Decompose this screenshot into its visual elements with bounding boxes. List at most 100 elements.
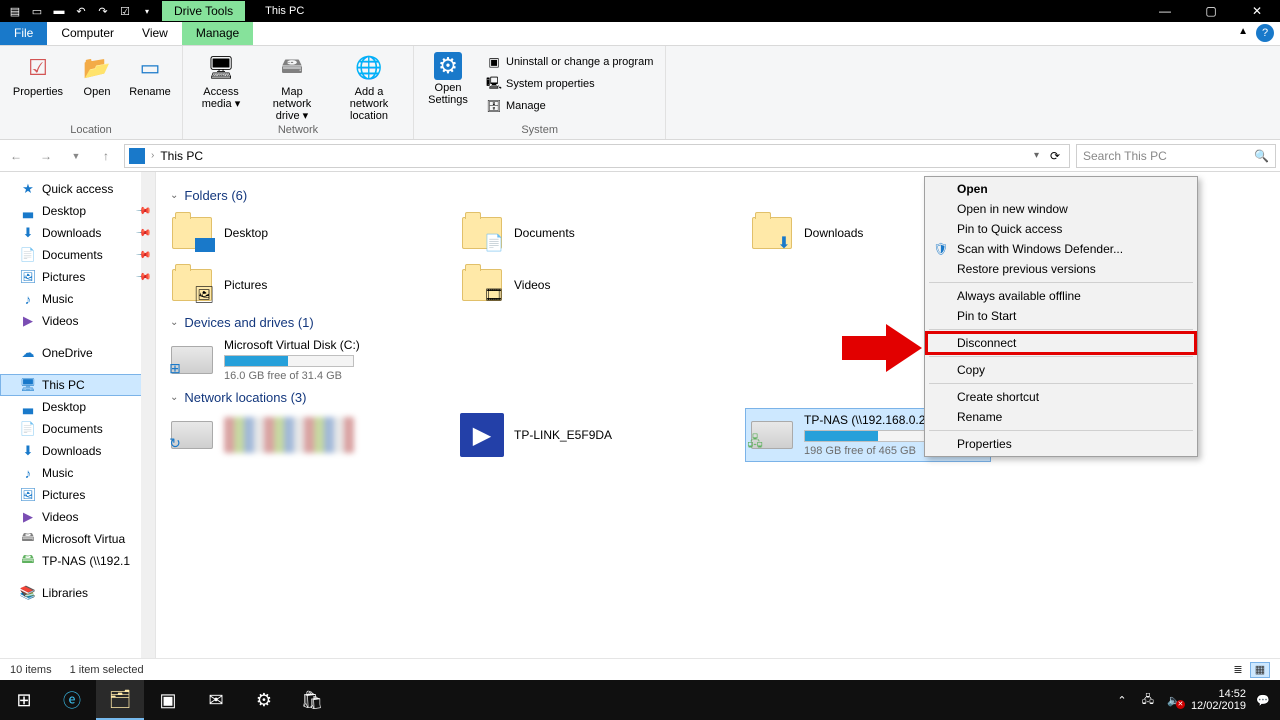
qat-icon[interactable]: ▭ [28, 3, 46, 19]
view-tiles-button[interactable]: ▦ [1250, 662, 1270, 678]
sidebar-onedrive[interactable]: ☁OneDrive [0, 342, 155, 364]
sidebar-quick-access[interactable]: ★Quick access [0, 178, 155, 200]
uninstall-button[interactable]: ▣Uninstall or change a program [482, 52, 657, 72]
sidebar-item-music[interactable]: ♪Music [0, 288, 155, 310]
menu-open-new-window[interactable]: Open in new window [927, 199, 1195, 219]
tab-view[interactable]: View [128, 22, 182, 45]
menu-properties[interactable]: Properties [927, 434, 1195, 454]
tray-network-icon[interactable]: 🖧 [1139, 691, 1157, 710]
menu-pin-quick-access[interactable]: Pin to Quick access [927, 219, 1195, 239]
music-icon: ♪ [20, 291, 36, 307]
sidebar-item-desktop[interactable]: ▃Desktop [0, 396, 155, 418]
rename-button[interactable]: ▭ Rename [126, 50, 174, 100]
network-item-blurred[interactable]: ↻ [170, 413, 420, 457]
menu-copy[interactable]: Copy [927, 360, 1195, 380]
taskbar-terminal[interactable]: ▣ [144, 680, 192, 720]
taskbar-explorer[interactable]: 🗂 [96, 680, 144, 720]
start-button[interactable]: ⊞ [0, 680, 48, 720]
separator [929, 329, 1193, 330]
properties-button[interactable]: ☑ Properties [8, 50, 68, 100]
qat-redo-icon[interactable]: ↷ [94, 3, 112, 19]
network-item-media[interactable]: ▶ TP-LINK_E5F9DA [460, 413, 710, 457]
refresh-button[interactable]: ⟳ [1045, 149, 1065, 163]
sidebar-this-pc[interactable]: 🖥This PC [0, 374, 155, 396]
video-icon: ▶ [20, 509, 36, 525]
open-button[interactable]: 📂 Open [76, 50, 118, 100]
status-bar: 10 items 1 item selected ≣ ▦ [0, 658, 1280, 680]
chevron-down-icon[interactable]: ▾ [1034, 150, 1039, 161]
view-details-button[interactable]: ≣ [1228, 662, 1248, 678]
taskbar-edge[interactable]: ⓔ [48, 680, 96, 720]
sidebar-item-pictures[interactable]: 🖼Pictures [0, 484, 155, 506]
qat-icon[interactable]: ☑ [116, 3, 134, 19]
libraries-icon: 📚 [20, 585, 36, 601]
menu-pin-start[interactable]: Pin to Start [927, 306, 1195, 326]
ribbon-group-system: ⚙ Open Settings ▣Uninstall or change a p… [414, 46, 666, 139]
tab-file[interactable]: File [0, 22, 47, 45]
qat-icon[interactable]: ▬ [50, 3, 68, 19]
tray-clock[interactable]: 14:52 12/02/2019 [1191, 688, 1246, 712]
sidebar-item-documents[interactable]: 📄Documents📌 [0, 244, 155, 266]
sidebar-item-virtual-disk[interactable]: 🖴Microsoft Virtua [0, 528, 155, 550]
sidebar-item-downloads[interactable]: ⬇Downloads📌 [0, 222, 155, 244]
taskbar-mail[interactable]: ✉ [192, 680, 240, 720]
manage-button[interactable]: 🗄Manage [482, 96, 657, 116]
drive-c[interactable]: ⊞ Microsoft Virtual Disk (C:) 16.0 GB fr… [170, 338, 420, 382]
taskbar-settings[interactable]: ⚙ [240, 680, 288, 720]
separator [929, 383, 1193, 384]
menu-scan-defender[interactable]: 🛡Scan with Windows Defender... [927, 239, 1195, 259]
sidebar-item-desktop[interactable]: ▃Desktop📌 [0, 200, 155, 222]
help-icon[interactable]: ? [1256, 24, 1274, 42]
address-bar[interactable]: › This PC ▾ ⟳ [124, 144, 1070, 168]
sidebar-item-downloads[interactable]: ⬇Downloads [0, 440, 155, 462]
chevron-down-icon: ⌄ [170, 317, 178, 328]
sidebar-item-tpnas[interactable]: 🖴TP-NAS (\\192.1 [0, 550, 155, 572]
map-drive-button[interactable]: 🖴 Map network drive ▾ [259, 50, 325, 124]
tab-computer[interactable]: Computer [47, 22, 128, 45]
up-button[interactable]: ↑ [94, 144, 118, 168]
access-media-button[interactable]: 🖥 Access media ▾ [191, 50, 251, 124]
qat-icon[interactable]: ▤ [6, 3, 24, 19]
folder-desktop[interactable]: Desktop [170, 211, 420, 255]
tray-overflow-icon[interactable]: ⌃ [1113, 694, 1131, 707]
rename-icon: ▭ [134, 52, 166, 84]
separator [929, 430, 1193, 431]
tab-manage[interactable]: Manage [182, 22, 253, 45]
ribbon-collapse-icon[interactable]: ▲ [1230, 22, 1256, 45]
annotation-arrow [842, 324, 922, 372]
scrollbar[interactable] [141, 172, 155, 658]
sidebar-item-pictures[interactable]: 🖼Pictures📌 [0, 266, 155, 288]
open-settings-button[interactable]: ⚙ Open Settings [422, 50, 474, 116]
qat-undo-icon[interactable]: ↶ [72, 3, 90, 19]
menu-available-offline[interactable]: Always available offline [927, 286, 1195, 306]
history-dropdown[interactable]: ▼ [64, 144, 88, 168]
clock-time: 14:52 [1218, 688, 1246, 700]
system-properties-button[interactable]: 🖳System properties [482, 74, 657, 94]
back-button[interactable]: ← [4, 144, 28, 168]
qat-dropdown-icon[interactable]: ▾ [138, 3, 156, 19]
menu-create-shortcut[interactable]: Create shortcut [927, 387, 1195, 407]
folder-videos[interactable]: 🎞Videos [460, 263, 710, 307]
picture-icon: 🖼 [20, 487, 36, 503]
taskbar-store[interactable]: 🛍 [288, 680, 336, 720]
close-button[interactable]: ✕ [1234, 0, 1280, 22]
search-input[interactable]: Search This PC 🔍 [1076, 144, 1276, 168]
menu-open[interactable]: Open [927, 179, 1195, 199]
sidebar-item-documents[interactable]: 📄Documents [0, 418, 155, 440]
maximize-button[interactable]: ▢ [1188, 0, 1234, 22]
forward-button[interactable]: → [34, 144, 58, 168]
menu-restore-versions[interactable]: Restore previous versions [927, 259, 1195, 279]
menu-rename[interactable]: Rename [927, 407, 1195, 427]
picture-icon: 🖼 [20, 269, 36, 285]
sidebar-item-videos[interactable]: ▶Videos [0, 506, 155, 528]
sidebar-libraries[interactable]: 📚Libraries [0, 582, 155, 604]
tray-notifications-icon[interactable]: 💬 [1254, 694, 1272, 707]
folder-documents[interactable]: 📄Documents [460, 211, 710, 255]
sidebar-item-videos[interactable]: ▶Videos [0, 310, 155, 332]
tray-volume-icon[interactable]: 🔈 [1165, 694, 1183, 707]
menu-disconnect[interactable]: Disconnect [927, 333, 1195, 353]
add-network-location-button[interactable]: 🌐 Add a network location [333, 50, 405, 124]
folder-pictures[interactable]: 🖼Pictures [170, 263, 420, 307]
minimize-button[interactable]: — [1142, 0, 1188, 22]
sidebar-item-music[interactable]: ♪Music [0, 462, 155, 484]
